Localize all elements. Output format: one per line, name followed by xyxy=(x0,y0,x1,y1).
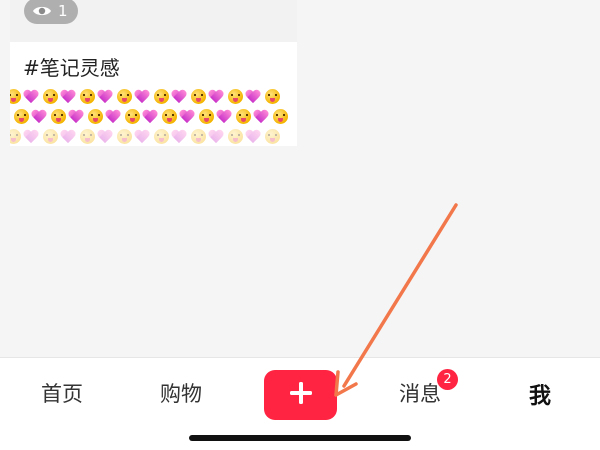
tongue-face-emoji-icon xyxy=(51,108,66,124)
heart-emoji-icon xyxy=(31,109,47,124)
tongue-face-emoji-icon xyxy=(228,88,243,104)
tongue-face-emoji-icon xyxy=(80,128,95,144)
tongue-face-emoji-icon xyxy=(125,108,140,124)
view-count: 1 xyxy=(58,2,68,20)
heart-emoji-icon xyxy=(179,109,195,124)
heart-emoji-icon xyxy=(171,129,187,144)
heart-emoji-icon xyxy=(105,109,121,124)
tongue-face-emoji-icon xyxy=(10,88,21,104)
heart-emoji-icon xyxy=(208,89,224,104)
heart-emoji-icon xyxy=(60,129,76,144)
home-indicator[interactable] xyxy=(189,435,411,441)
heart-emoji-icon xyxy=(97,129,113,144)
tongue-face-emoji-icon xyxy=(236,108,251,124)
bottom-tab-bar: 首页 购物 消息 2 我 xyxy=(0,357,600,450)
heart-emoji-icon xyxy=(134,89,150,104)
tongue-face-emoji-icon xyxy=(191,128,206,144)
tab-home[interactable]: 首页 xyxy=(37,378,87,408)
tongue-face-emoji-icon xyxy=(43,128,58,144)
tongue-face-emoji-icon xyxy=(88,108,103,124)
note-card[interactable]: 1 #笔记灵感 xyxy=(10,0,297,146)
emoji-row xyxy=(10,126,297,144)
publish-button[interactable] xyxy=(264,370,337,420)
tongue-face-emoji-icon xyxy=(265,128,280,144)
tongue-face-emoji-icon xyxy=(117,128,132,144)
heart-emoji-icon xyxy=(216,109,232,124)
heart-emoji-icon xyxy=(23,129,39,144)
tongue-face-emoji-icon xyxy=(10,128,21,144)
tongue-face-emoji-icon xyxy=(154,128,169,144)
tongue-face-emoji-icon xyxy=(80,88,95,104)
note-title[interactable]: #笔记灵感 xyxy=(23,52,120,81)
heart-emoji-icon xyxy=(60,89,76,104)
tongue-face-emoji-icon xyxy=(154,88,169,104)
messages-unread-badge: 2 xyxy=(437,369,458,390)
tongue-face-emoji-icon xyxy=(228,128,243,144)
heart-emoji-icon xyxy=(23,89,39,104)
tongue-face-emoji-icon xyxy=(265,88,280,104)
heart-emoji-icon xyxy=(171,89,187,104)
emoji-row xyxy=(12,106,297,126)
tongue-face-emoji-icon xyxy=(199,108,214,124)
eye-icon xyxy=(32,4,52,18)
tongue-face-emoji-icon xyxy=(191,88,206,104)
heart-emoji-icon xyxy=(68,109,84,124)
tongue-face-emoji-icon xyxy=(273,108,288,124)
heart-emoji-icon xyxy=(245,129,261,144)
heart-emoji-icon xyxy=(245,89,261,104)
tab-me[interactable]: 我 xyxy=(523,378,557,409)
tongue-face-emoji-icon xyxy=(43,88,58,104)
tongue-face-emoji-icon xyxy=(117,88,132,104)
emoji-strip xyxy=(10,86,297,144)
tab-shopping[interactable]: 购物 xyxy=(155,378,207,408)
heart-emoji-icon xyxy=(97,89,113,104)
heart-emoji-icon xyxy=(253,109,269,124)
heart-emoji-icon xyxy=(134,129,150,144)
heart-emoji-icon xyxy=(142,109,158,124)
tongue-face-emoji-icon xyxy=(162,108,177,124)
emoji-row xyxy=(10,86,297,106)
plus-icon xyxy=(288,380,314,410)
heart-emoji-icon xyxy=(208,129,224,144)
view-count-badge: 1 xyxy=(24,0,78,24)
app-screen: 1 #笔记灵感 首页 购物 消息 2 我 xyxy=(0,0,600,450)
tongue-face-emoji-icon xyxy=(14,108,29,124)
